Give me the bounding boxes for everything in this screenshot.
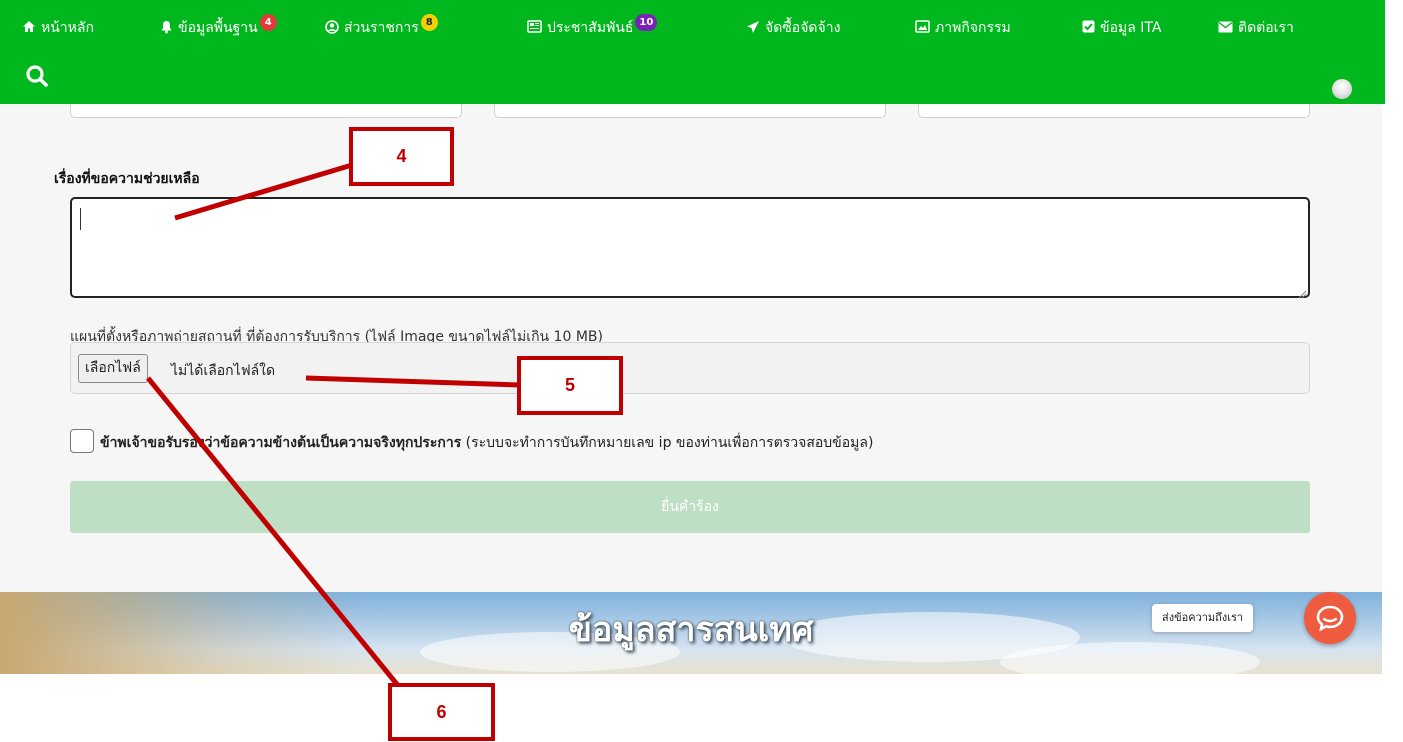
envelope-icon [1218, 21, 1233, 36]
nav-item-label: ข้อมูลพื้นฐาน [178, 20, 258, 36]
nav-item-departments[interactable]: ส่วนราชการ 8 [325, 12, 438, 44]
chat-bubble-icon [1316, 605, 1344, 632]
previous-input-field[interactable] [494, 104, 886, 118]
user-avatar[interactable] [1332, 79, 1352, 99]
annotation-callout-4: 4 [349, 127, 454, 186]
consent-note: (ระบบจะทำการบันทึกหมายเลข ip ของท่านเพื่… [465, 435, 874, 451]
help-subject-label: เรื่องที่ขอความช่วยเหลือ [54, 171, 200, 187]
text-caret [80, 208, 81, 230]
consent-checkbox[interactable] [70, 429, 94, 453]
nav-item-home[interactable]: หน้าหลัก [22, 12, 94, 44]
nav-item-ita[interactable]: ข้อมูล ITA [1082, 12, 1161, 44]
notification-badge: 8 [420, 13, 438, 31]
consent-statement: ข้าพเจ้าขอรับรองว่าข้อความข้างต้นเป็นควา… [100, 435, 462, 451]
notification-badge: 4 [259, 13, 277, 31]
nav-item-label: ประชาสัมพันธ์ [547, 20, 634, 36]
nav-menu: หน้าหลัก ข้อมูลพื้นฐาน 4 ส่วนราชการ 8 ปร… [22, 12, 1382, 44]
nav-item-basic-info[interactable]: ข้อมูลพื้นฐาน 4 [160, 12, 277, 44]
user-circle-icon [325, 19, 339, 37]
consent-label: ข้าพเจ้าขอรับรองว่าข้อความข้างต้นเป็นควา… [100, 432, 873, 454]
nav-item-procurement[interactable]: จัดซื้อจัดจ้าง [746, 12, 840, 44]
top-navigation-bar: หน้าหลัก ข้อมูลพื้นฐาน 4 ส่วนราชการ 8 ปร… [0, 0, 1385, 104]
search-icon[interactable] [25, 64, 51, 90]
resize-grip-icon[interactable] [1297, 284, 1307, 299]
previous-input-field[interactable] [918, 104, 1310, 118]
nav-item-label: ติดต่อเรา [1238, 20, 1294, 36]
nav-item-label: จัดซื้อจัดจ้าง [765, 20, 841, 36]
nav-item-label: ข้อมูล ITA [1100, 20, 1162, 36]
annotation-callout-5: 5 [517, 356, 623, 415]
home-icon [22, 20, 36, 36]
nav-item-contact[interactable]: ติดต่อเรา [1218, 12, 1294, 44]
submit-request-button[interactable]: ยื่นคำร้อง [70, 481, 1310, 533]
bell-icon [160, 20, 173, 37]
file-status-text: ไม่ได้เลือกไฟล์ใด [171, 363, 276, 379]
notification-badge: 10 [635, 13, 658, 31]
check-square-icon [1082, 20, 1095, 36]
help-subject-textarea[interactable] [70, 197, 1310, 298]
nav-item-label: หน้าหลัก [41, 20, 94, 36]
nav-item-label: ภาพกิจกรรม [935, 20, 1011, 36]
nav-item-label: ส่วนราชการ [344, 20, 419, 36]
nav-item-public-relations[interactable]: ประชาสัมพันธ์ 10 [527, 12, 658, 44]
image-icon [915, 20, 930, 36]
chat-label[interactable]: ส่งข้อความถึงเรา [1152, 604, 1254, 632]
chat-button[interactable] [1304, 592, 1356, 644]
previous-input-field[interactable] [70, 104, 462, 118]
nav-item-activity-photos[interactable]: ภาพกิจกรรม [915, 12, 1011, 44]
annotation-callout-6: 6 [388, 683, 495, 741]
send-icon [746, 20, 760, 37]
choose-file-button[interactable]: เลือกไฟล์ [78, 354, 148, 383]
newspaper-icon [527, 20, 542, 36]
